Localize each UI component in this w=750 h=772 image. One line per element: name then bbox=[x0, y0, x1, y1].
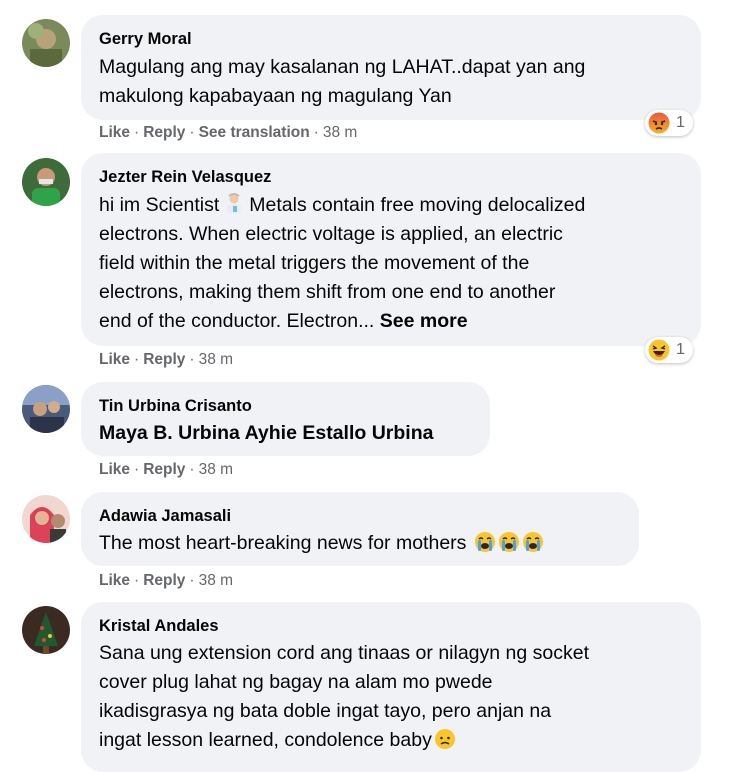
comment-bubble: Adawia Jamasali The most heart-breaking … bbox=[81, 492, 639, 566]
crying-emoji-icon bbox=[498, 531, 520, 553]
like-button[interactable]: Like bbox=[99, 124, 130, 141]
avatar[interactable] bbox=[22, 158, 70, 206]
crying-emoji-icon bbox=[474, 531, 496, 553]
comment-author[interactable]: Adawia Jamasali bbox=[99, 505, 621, 527]
comment-bubble: Gerry Moral Magulang ang may kasalanan n… bbox=[81, 15, 701, 120]
comment-text-line: end of the conductor. Electron... See mo… bbox=[99, 307, 683, 336]
comment-author[interactable]: Jezter Rein Velasquez bbox=[99, 166, 683, 188]
reply-button[interactable]: Reply bbox=[143, 572, 185, 589]
comment-text-line: cover plug lahat ng bagay na alam mo pwe… bbox=[99, 671, 493, 693]
comment-actions: Like · Reply · 38 m bbox=[99, 572, 234, 589]
reaction-count-value: 1 bbox=[676, 114, 685, 131]
avatar[interactable] bbox=[22, 495, 70, 543]
comment-bubble: Tin Urbina Crisanto Maya B. Urbina Ayhie… bbox=[81, 382, 490, 456]
reaction-count[interactable]: 1 bbox=[645, 110, 693, 136]
scientist-emoji-icon bbox=[223, 192, 245, 214]
disappointed-emoji-icon bbox=[434, 728, 456, 750]
avatar[interactable] bbox=[22, 385, 70, 433]
crying-emoji-icon bbox=[522, 531, 544, 553]
comment-text-fragment: The most heart-breaking news for mothers bbox=[99, 532, 467, 554]
reaction-count[interactable]: 1 bbox=[645, 337, 693, 363]
avatar[interactable] bbox=[22, 606, 70, 654]
comment-text-line: hi im Scientist Metals contain free movin… bbox=[99, 191, 683, 220]
comment-text-fragment: Metals contain free moving delocalized bbox=[249, 194, 586, 216]
comment-actions: Like · Reply · 38 m bbox=[99, 351, 234, 368]
like-button[interactable]: Like bbox=[99, 461, 130, 478]
comment-text-line: electrons, making them shift from one en… bbox=[99, 281, 556, 303]
reply-button[interactable]: Reply bbox=[143, 351, 185, 368]
see-more-link[interactable]: See more bbox=[380, 310, 468, 332]
comment-bubble: Jezter Rein Velasquez hi im Scientist Met… bbox=[81, 153, 701, 346]
angry-emoji-icon bbox=[648, 112, 670, 134]
timestamp[interactable]: 38 m bbox=[199, 572, 233, 589]
reaction-count-value: 1 bbox=[676, 341, 685, 358]
comment-actions: Like · Reply · 38 m bbox=[99, 461, 234, 478]
comment-text-fragment: end of the conductor. Electron... bbox=[99, 310, 375, 332]
timestamp[interactable]: 38 m bbox=[199, 351, 233, 368]
see-translation-button[interactable]: See translation bbox=[199, 124, 310, 141]
timestamp[interactable]: 38 m bbox=[323, 124, 357, 141]
comment-author[interactable]: Tin Urbina Crisanto bbox=[99, 395, 472, 417]
comment-text-line: Magulang ang may kasalanan ng LAHAT..dap… bbox=[99, 56, 586, 78]
like-button[interactable]: Like bbox=[99, 572, 130, 589]
comment-text-line: ingat lesson learned, condolence baby bbox=[99, 726, 683, 755]
reply-button[interactable]: Reply bbox=[143, 461, 185, 478]
comment-text-line: electrons. When electric voltage is appl… bbox=[99, 223, 563, 245]
comment-text-fragment: ingat lesson learned, condolence baby bbox=[99, 729, 432, 751]
comment-text-fragment: hi im Scientist bbox=[99, 194, 220, 216]
haha-emoji-icon bbox=[648, 339, 670, 361]
avatar[interactable] bbox=[22, 19, 70, 67]
timestamp[interactable]: 38 m bbox=[199, 461, 233, 478]
comment-text-line: field within the metal triggers the move… bbox=[99, 252, 530, 274]
comment-author[interactable]: Kristal Andales bbox=[99, 615, 683, 637]
comment-text-line: ikadisgrasya ng bata doble ingat tayo, p… bbox=[99, 700, 552, 722]
like-button[interactable]: Like bbox=[99, 351, 130, 368]
comment-text-line: Sana ung extension cord ang tinaas or ni… bbox=[99, 642, 589, 664]
comment-author[interactable]: Gerry Moral bbox=[99, 28, 683, 50]
comment-text-line: makulong kapabayaan ng magulang Yan bbox=[99, 85, 452, 107]
comment-text-line: The most heart-breaking news for mothers bbox=[99, 529, 621, 558]
reply-button[interactable]: Reply bbox=[143, 124, 185, 141]
tagged-users[interactable]: Maya B. Urbina Ayhie Estallo Urbina bbox=[99, 419, 472, 448]
comment-bubble: Kristal Andales Sana ung extension cord … bbox=[81, 602, 701, 772]
comment-actions: Like · Reply · See translation · 38 m bbox=[99, 124, 358, 141]
